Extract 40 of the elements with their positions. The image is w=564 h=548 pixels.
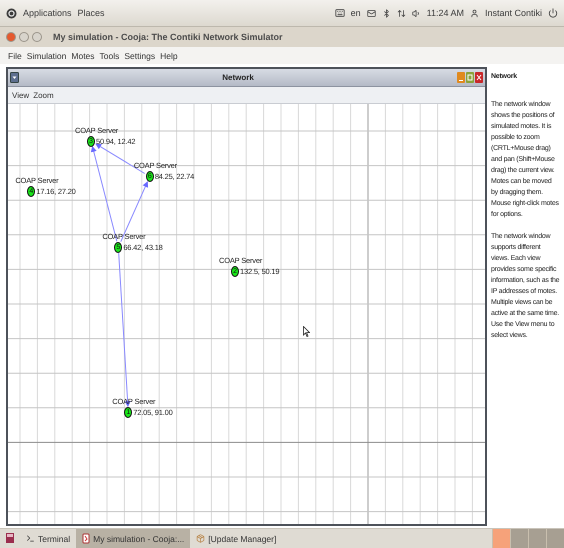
- mail-icon[interactable]: [366, 8, 376, 18]
- menu-item[interactable]: Settings: [124, 50, 156, 60]
- panel-menu[interactable]: Places: [78, 8, 105, 18]
- menu-item[interactable]: File: [8, 50, 22, 60]
- frame-minimize-icon[interactable]: [457, 72, 465, 83]
- language-indicator[interactable]: en: [350, 8, 361, 18]
- ubuntu-logo-icon: [6, 8, 17, 18]
- bluetooth-icon[interactable]: [382, 8, 391, 18]
- taskbar-item[interactable]: Terminal: [20, 529, 76, 548]
- window-title: My simulation - Cooja: The Contiki Network Simulator: [53, 32, 283, 42]
- keyboard-icon[interactable]: [334, 8, 345, 18]
- taskbar-item[interactable]: [Update Manager]: [190, 529, 282, 548]
- frame-title: Network: [221, 73, 255, 82]
- workspace-switcher[interactable]: [492, 529, 510, 548]
- menu-item[interactable]: Simulation: [26, 50, 66, 60]
- clock[interactable]: 11:24 AM: [426, 8, 464, 18]
- frame-menu-icon[interactable]: [10, 72, 19, 83]
- show-desktop-icon[interactable]: [6, 533, 14, 543]
- mouse-pointer-icon: [303, 326, 310, 337]
- menu-item[interactable]: Motes: [71, 50, 95, 60]
- app-icon: [82, 533, 90, 544]
- workspace-switcher[interactable]: [510, 529, 528, 548]
- menu-item[interactable]: Zoom: [33, 90, 54, 100]
- menu-item[interactable]: View: [12, 90, 30, 100]
- frame-maximize-icon[interactable]: [466, 72, 474, 83]
- terminal-icon: [26, 534, 35, 543]
- volume-icon[interactable]: [412, 8, 421, 18]
- workspace-switcher[interactable]: [528, 529, 546, 548]
- frame-close-icon[interactable]: [475, 72, 483, 83]
- menu-item[interactable]: Help: [160, 50, 178, 60]
- package-icon: [196, 534, 206, 543]
- power-icon[interactable]: [548, 8, 558, 18]
- user-name[interactable]: Instant Contiki: [484, 8, 542, 18]
- panel-menu[interactable]: Applications: [23, 8, 72, 18]
- menu-item[interactable]: Tools: [100, 50, 120, 60]
- workspace-switcher[interactable]: [546, 529, 564, 548]
- user-icon: [470, 8, 479, 18]
- close-button[interactable]: [6, 32, 16, 42]
- taskbar-item[interactable]: My simulation - Cooja:...: [76, 529, 190, 548]
- network-icon[interactable]: [396, 8, 406, 18]
